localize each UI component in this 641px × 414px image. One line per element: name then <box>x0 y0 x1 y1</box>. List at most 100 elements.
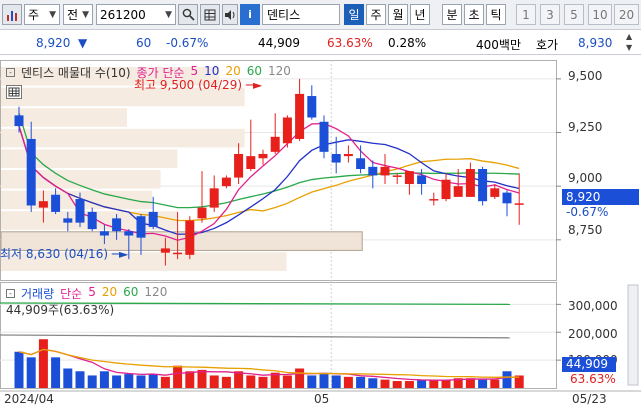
candle-body <box>160 248 170 253</box>
volume-label[interactable]: 거래량 <box>21 285 54 302</box>
chevron-down-icon: ▼ <box>165 9 172 20</box>
candle-body <box>478 169 488 202</box>
candle-body <box>234 153 244 178</box>
price-change-percent: -0.67% <box>166 36 209 50</box>
interval-label: 3 <box>546 7 554 22</box>
volume-bar <box>87 375 97 388</box>
interval-button-20[interactable]: 20 <box>614 4 639 25</box>
candle-body <box>368 166 378 176</box>
arrow-right-icon: ─► <box>108 247 129 261</box>
candle-body <box>295 93 305 139</box>
stock-code-value: 261200 <box>100 7 146 22</box>
candle-body <box>282 117 292 144</box>
bar-chart-icon <box>7 10 17 21</box>
volume-bar <box>441 379 451 388</box>
current-change-tag: -0.67% <box>566 205 609 219</box>
search-button[interactable] <box>178 4 198 25</box>
x-axis-label: 05/23 <box>572 392 607 406</box>
ma-period-120: 120 <box>268 64 291 78</box>
volume-bar <box>356 376 366 388</box>
collapse-icon[interactable]: - <box>6 68 15 77</box>
tab-period-year[interactable]: 년 <box>410 4 430 25</box>
tab-label: 초 <box>468 8 480 22</box>
volume-bar <box>124 374 134 388</box>
candle-body <box>124 231 134 236</box>
tab-label: 분 <box>446 8 458 22</box>
grid-icon <box>204 9 216 20</box>
volume-bar <box>404 381 414 388</box>
speaker-icon <box>225 9 235 20</box>
volume-bar <box>26 357 36 388</box>
sound-button[interactable] <box>222 4 238 25</box>
interval-label: 1 <box>522 7 530 22</box>
tab-period-day[interactable]: 일 <box>344 4 364 25</box>
candle-body <box>490 188 500 197</box>
volume-ma-legend[interactable]: 단순 5 20 60 120 <box>60 285 167 302</box>
candle-body <box>356 158 366 169</box>
volume-bar <box>343 376 353 388</box>
stock-code-input[interactable]: 261200 ▼ <box>96 4 176 25</box>
chevron-down-icon: ▼ <box>82 9 89 20</box>
candle-body <box>380 166 390 176</box>
interval-label: 20 <box>618 7 635 22</box>
ask-stepper[interactable]: ▲ ▼ <box>626 31 632 53</box>
volume-bar <box>429 379 439 388</box>
candle-body <box>404 171 414 185</box>
candle-body <box>173 252 183 255</box>
table-icon <box>8 87 20 97</box>
chart-type-button[interactable] <box>2 4 22 25</box>
tab-label: 년 <box>414 8 426 22</box>
chart-toolbar: 주 ▼ 전 ▼ 261200 ▼ i 덴티스 일 주 월 년 분 초 틱 1 3 5 … <box>0 0 641 30</box>
candle-body <box>26 138 36 206</box>
price-axis-label: 9,000 <box>568 171 603 185</box>
arrow-up-icon: ▲ <box>626 32 633 41</box>
interval-button-1[interactable]: 1 <box>516 4 536 25</box>
tab-period-minute[interactable]: 분 <box>442 4 462 25</box>
stock-chart[interactable] <box>0 56 641 411</box>
tab-period-month[interactable]: 월 <box>388 4 408 25</box>
current-volume-ratio-tag: 63.63% <box>570 372 616 386</box>
tab-period-week[interactable]: 주 <box>366 4 386 25</box>
candle-body <box>453 186 463 197</box>
table-view-button[interactable] <box>6 85 22 99</box>
chart-area: - 덴티스 매물대 수(10) 종가 단순 5 10 20 60 120 최고 … <box>0 56 641 411</box>
volume-bar <box>380 379 390 388</box>
volume-bar <box>38 339 48 388</box>
current-price: 8,920 <box>36 36 71 50</box>
ask-price: 8,930 <box>578 36 613 50</box>
candle-body <box>112 218 122 232</box>
high-price-note: 최고 9,500 (04/29) ─► <box>134 76 262 93</box>
volume-bar <box>136 375 146 388</box>
candle-body <box>185 220 195 255</box>
view-select[interactable]: 전 ▼ <box>63 4 93 25</box>
low-price-text: 최저 8,630 (04/16) <box>0 247 109 261</box>
candle-body <box>75 199 85 223</box>
collapse-icon[interactable]: - <box>6 289 15 298</box>
volume-axis-label: 200,000 <box>568 327 618 341</box>
high-price-text: 최고 9,500 (04/29) <box>134 78 243 92</box>
grid-view-button[interactable] <box>200 4 220 25</box>
candle-body <box>63 218 73 223</box>
candle-body <box>246 156 256 169</box>
price-info-bar: 8,920 ▼ 60 -0.67% 44,909 63.63% 0.28% 40… <box>0 31 641 55</box>
stock-info-icon: i <box>248 8 252 21</box>
current-volume-tag: 44,909 <box>562 357 616 372</box>
chevron-down-icon: ▼ <box>49 9 56 20</box>
interval-button-10[interactable]: 10 <box>588 4 612 25</box>
candle-body <box>258 153 268 159</box>
volume-bar <box>63 368 73 388</box>
volume-legend: - 거래량 단순 5 20 60 120 <box>6 285 167 302</box>
candle-body <box>331 153 341 163</box>
interval-button-3[interactable]: 3 <box>540 4 560 25</box>
stock-info-button[interactable]: i <box>240 4 260 25</box>
current-volume-tag-text: 44,909 <box>566 357 608 371</box>
tab-period-tick[interactable]: 틱 <box>486 4 506 25</box>
interval-button-5[interactable]: 5 <box>564 4 584 25</box>
period-select[interactable]: 주 ▼ <box>24 4 60 25</box>
candle-body <box>51 194 61 212</box>
candle-body <box>343 153 353 157</box>
tab-period-second[interactable]: 초 <box>464 4 484 25</box>
candle-body <box>99 231 109 236</box>
volume-profile-label[interactable]: 덴티스 매물대 수(10) <box>21 64 131 81</box>
stock-name-field[interactable]: 덴티스 <box>262 4 340 25</box>
